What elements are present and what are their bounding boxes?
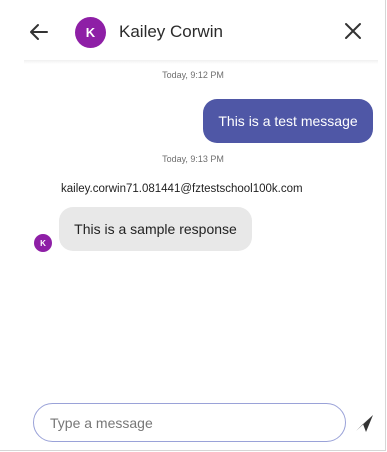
sender-avatar: K [34, 234, 52, 252]
close-button[interactable] [338, 16, 368, 46]
arrow-left-icon [30, 24, 48, 40]
chat-header: K Kailey Corwin [24, 11, 370, 53]
back-button[interactable] [24, 17, 54, 47]
message-input[interactable] [48, 413, 332, 432]
chat-window: K Kailey Corwin Today, 9:12 PM This is a… [0, 0, 386, 451]
message-composer [33, 403, 346, 442]
outgoing-message-bubble: This is a test message [203, 99, 373, 143]
send-button[interactable] [353, 412, 375, 434]
contact-avatar: K [75, 17, 106, 48]
send-icon [356, 415, 373, 432]
incoming-message-bubble: This is a sample response [59, 207, 252, 251]
message-timestamp: Today, 9:12 PM [162, 70, 224, 80]
close-icon [345, 23, 361, 39]
message-timestamp: Today, 9:13 PM [162, 154, 224, 164]
header-divider [24, 60, 378, 64]
contact-name: Kailey Corwin [119, 22, 223, 41]
sender-email: kailey.corwin71.081441@fztestschool100k.… [61, 183, 303, 195]
